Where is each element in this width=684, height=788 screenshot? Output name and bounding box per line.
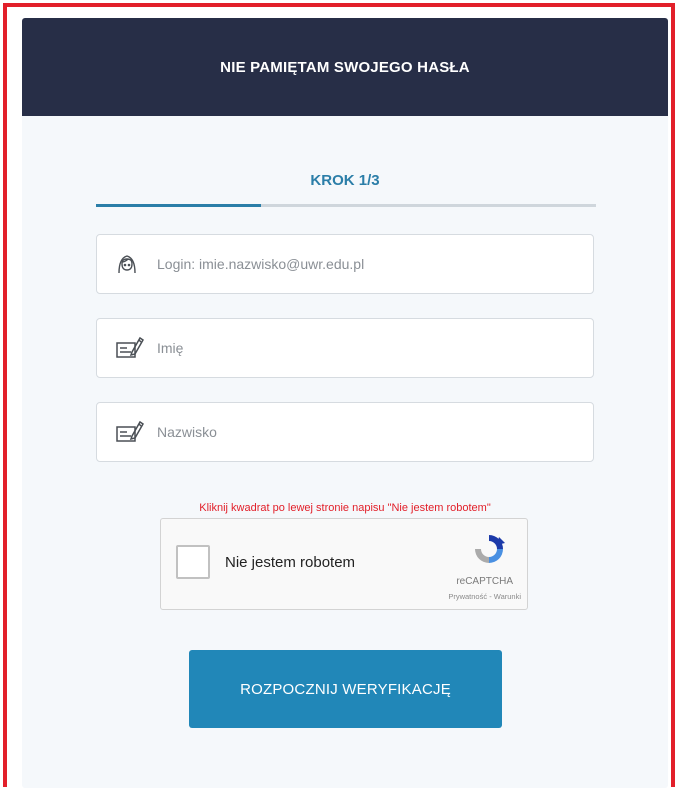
first-name-field[interactable] [96,318,594,378]
user-face-icon [115,234,155,294]
start-verification-button[interactable]: ROZPOCZNIJ WERYFIKACJĘ [189,650,502,728]
step-progress-fill [96,204,261,207]
page-title: NIE PAMIĘTAM SWOJEGO HASŁA [220,58,470,76]
captcha-hint: Kliknij kwadrat po lewej stronie napisu … [199,502,491,514]
login-field[interactable] [96,234,594,294]
card-header: NIE PAMIĘTAM SWOJEGO HASŁA [22,18,668,116]
step-progress-bar [96,204,596,207]
recaptcha-label: Nie jestem robotem [225,554,356,571]
form-edit-icon [115,318,155,378]
reset-password-card: NIE PAMIĘTAM SWOJEGO HASŁA KROK 1/3 Logi… [22,18,668,788]
recaptcha-logo-icon [471,531,507,567]
recaptcha-widget: Nie jestem robotem reCAPTCHA Prywatność … [160,518,528,610]
recaptcha-checkbox[interactable] [176,545,210,579]
login-input[interactable] [155,255,559,273]
last-name-input[interactable] [155,423,559,441]
form-edit-icon [115,402,155,462]
last-name-field[interactable] [96,402,594,462]
recaptcha-brand: reCAPTCHA [456,576,513,587]
first-name-input[interactable] [155,339,559,357]
step-indicator: KROK 1/3 [310,172,380,189]
recaptcha-links[interactable]: Prywatność - Warunki [448,592,521,601]
